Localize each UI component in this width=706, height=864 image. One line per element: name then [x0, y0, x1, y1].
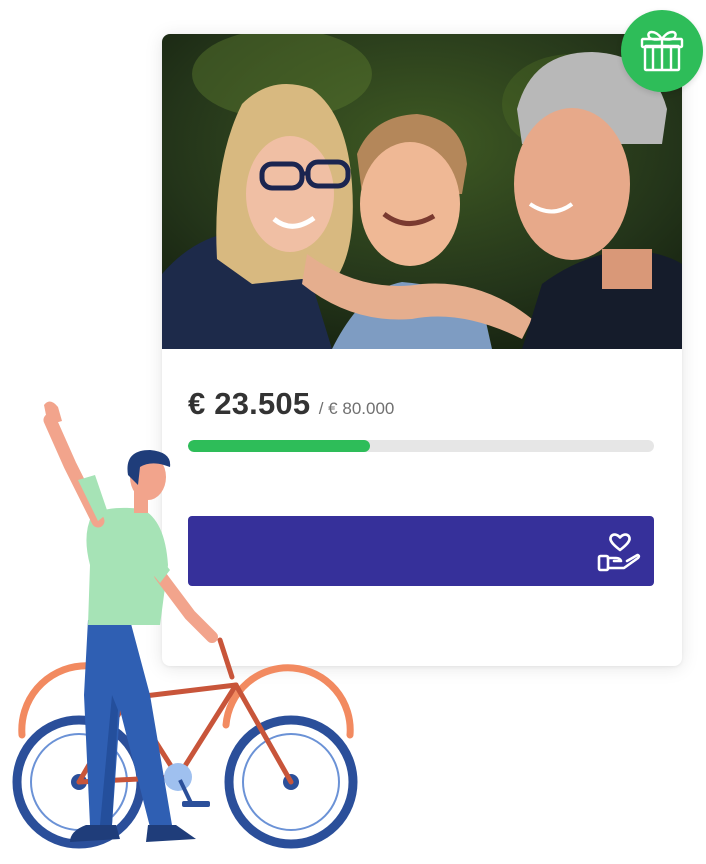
gift-icon: [640, 30, 684, 72]
gift-badge[interactable]: [621, 10, 703, 92]
heart-in-hand-icon: [597, 533, 641, 572]
cyclist-illustration: [0, 395, 370, 859]
campaign-photo: [162, 34, 682, 349]
